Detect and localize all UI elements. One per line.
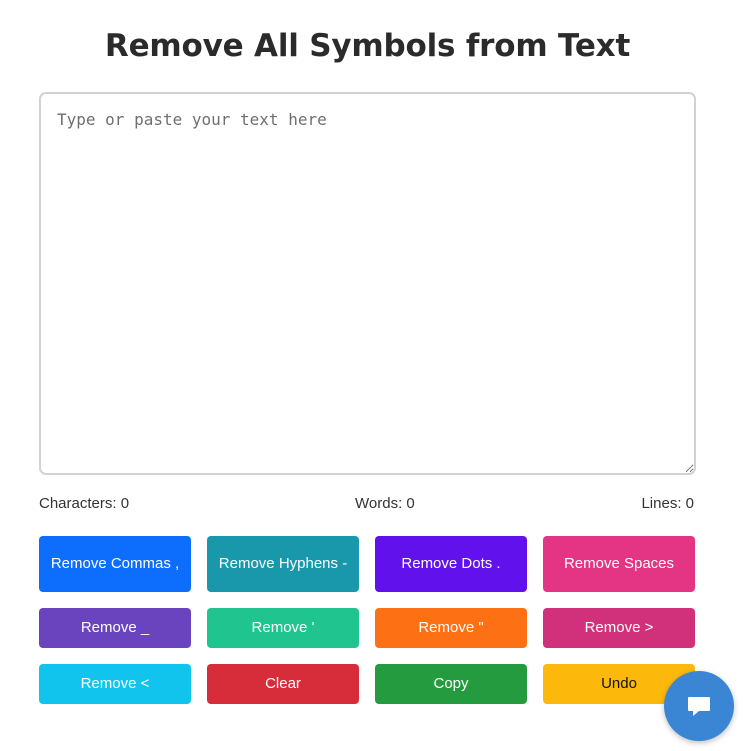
remove-spaces-button[interactable]: Remove Spaces [543, 536, 695, 592]
page: Remove All Symbols from Text Characters:… [0, 0, 750, 751]
remove-hyphens-button[interactable]: Remove Hyphens - [207, 536, 359, 592]
words-count: Words: 0 [355, 495, 415, 512]
clear-button[interactable]: Clear [207, 664, 359, 704]
lines-count: Lines: 0 [641, 495, 694, 512]
remove-double-quote-button[interactable]: Remove " [375, 608, 527, 648]
characters-count: Characters: 0 [39, 495, 130, 512]
chat-button[interactable] [664, 671, 734, 741]
copy-button[interactable]: Copy [375, 664, 527, 704]
remove-underscore-button[interactable]: Remove _ [39, 608, 191, 648]
chat-bubble-icon [688, 697, 710, 716]
remove-less-than-button[interactable]: Remove < [39, 664, 191, 704]
remove-dots-button[interactable]: Remove Dots . [375, 536, 527, 592]
page-title: Remove All Symbols from Text [104, 28, 631, 64]
remove-commas-button[interactable]: Remove Commas , [39, 536, 191, 592]
remove-greater-than-button[interactable]: Remove > [543, 608, 695, 648]
remove-single-quote-button[interactable]: Remove ' [207, 608, 359, 648]
text-input[interactable] [39, 92, 696, 475]
